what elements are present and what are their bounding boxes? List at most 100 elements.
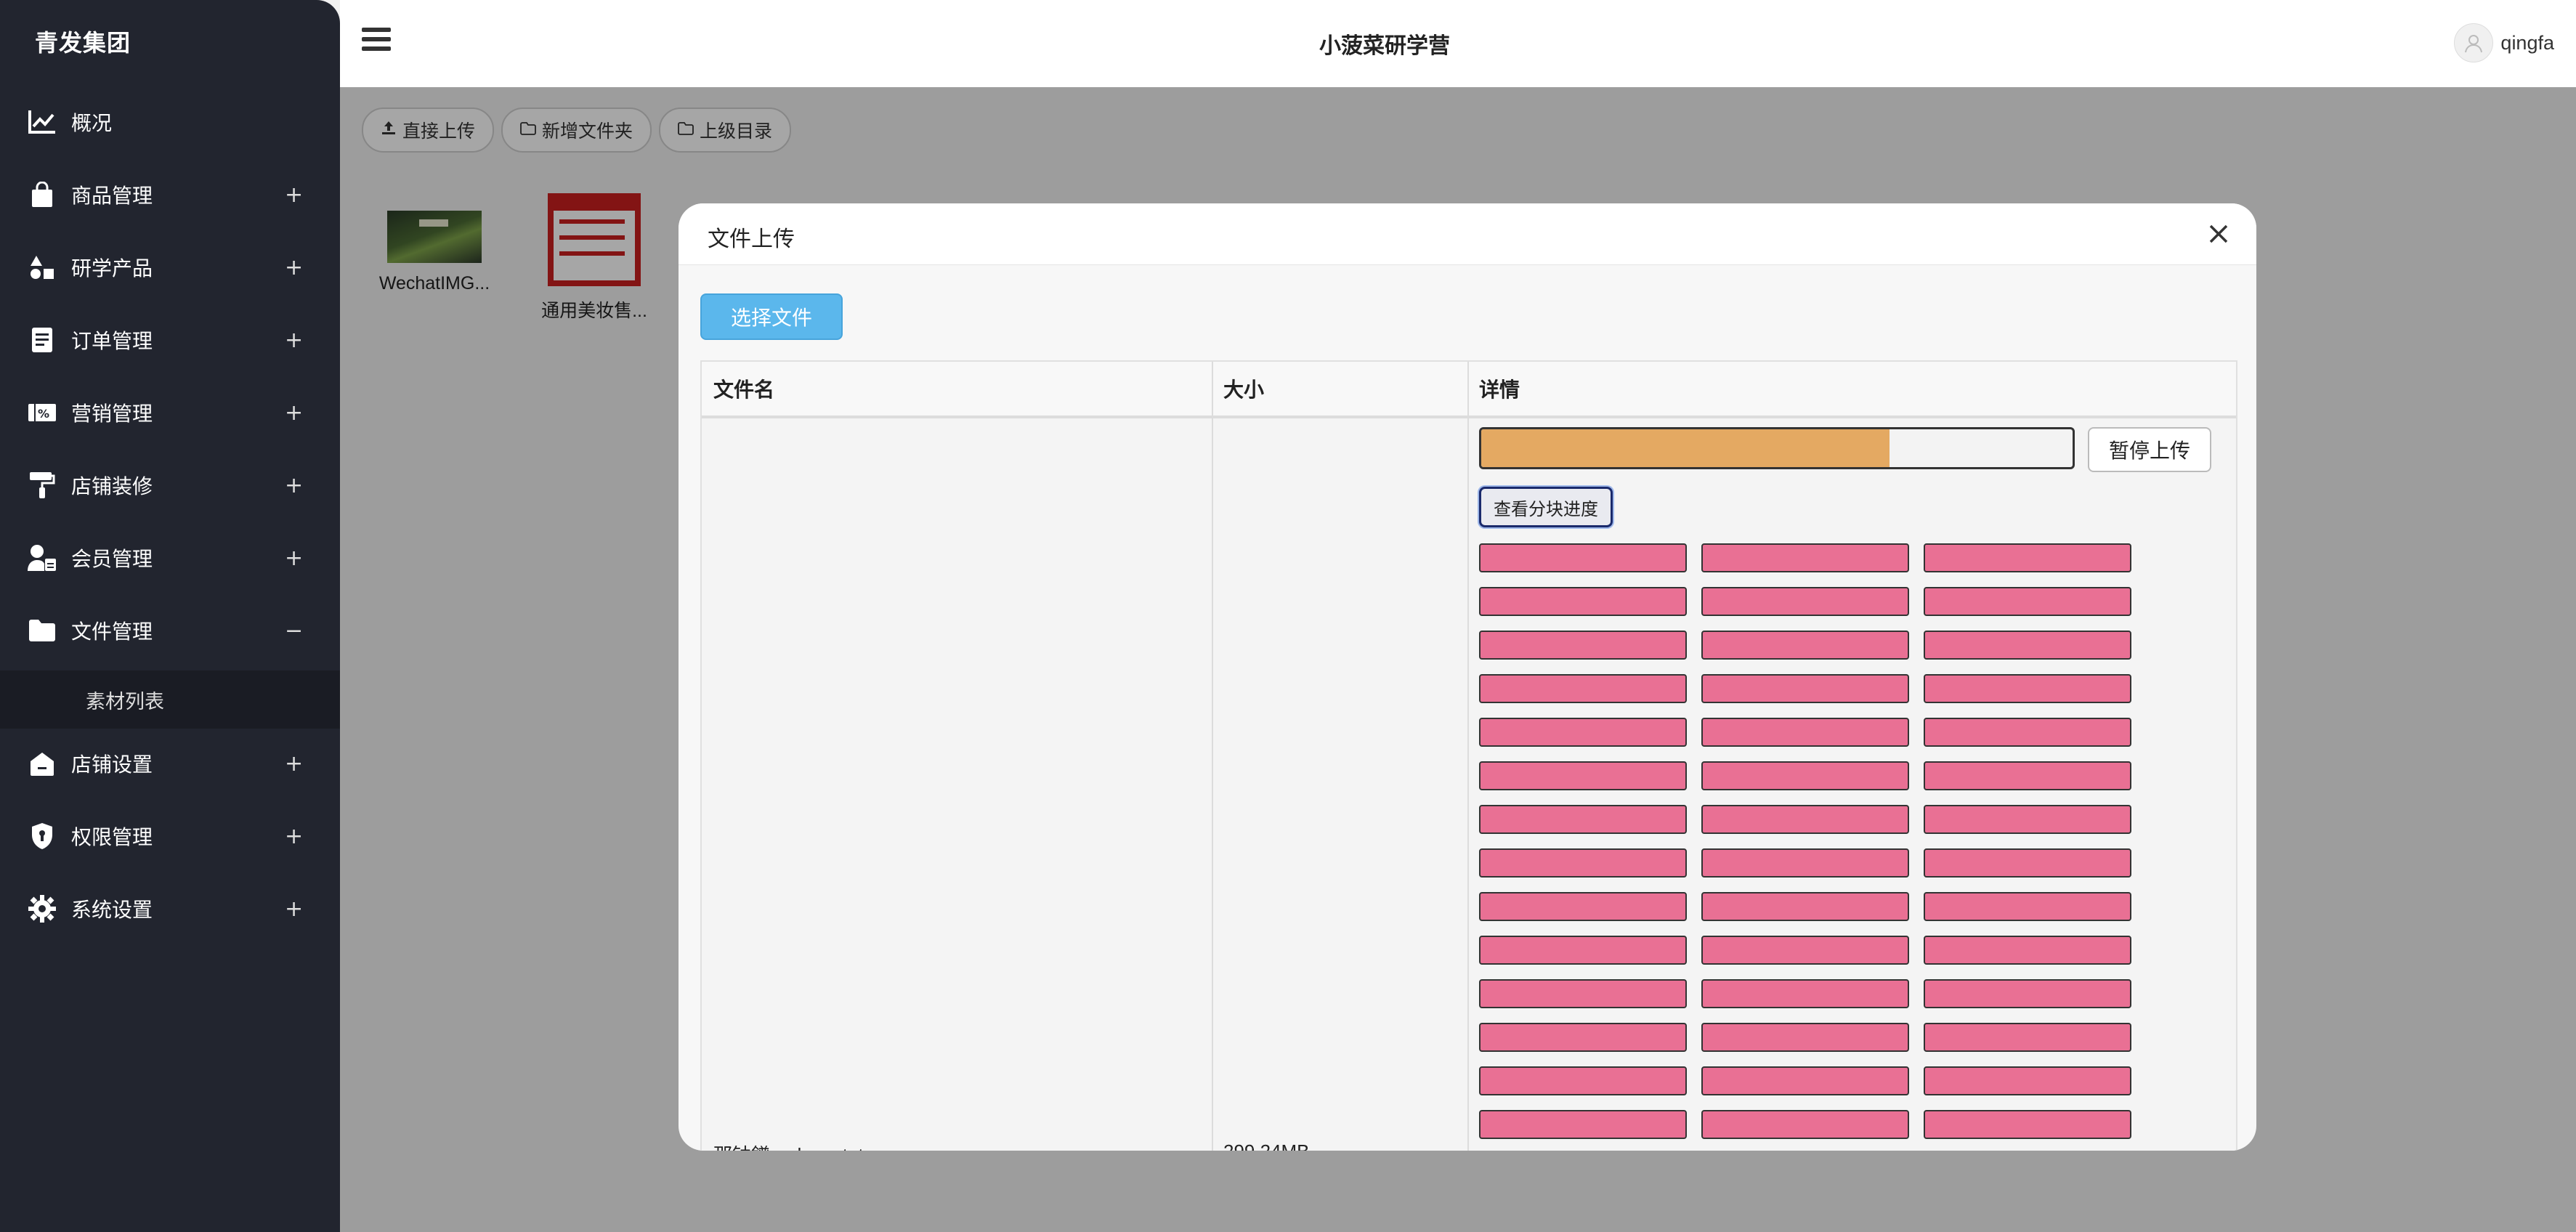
sidebar-item-orders[interactable]: 订单管理 + [0, 304, 340, 376]
chunk-progress-bar [1479, 674, 1687, 703]
chunk-progress-bar [1924, 979, 2131, 1008]
pause-upload-button[interactable]: 暂停上传 [2088, 427, 2211, 472]
sidebar-item-marketing[interactable]: % 营销管理 + [0, 376, 340, 449]
username: qingfa [2500, 31, 2554, 54]
file-upload-modal: 文件上传 选择文件 文件名 大小 详情 那钟鐠....dmac.tet 299.… [679, 203, 2256, 1151]
expand-icon[interactable]: + [285, 824, 303, 849]
sidebar-item-research-products[interactable]: 研学产品 + [0, 231, 340, 304]
sidebar-item-system-settings[interactable]: 系统设置 + [0, 872, 340, 945]
chunk-progress-bar [1701, 543, 1909, 572]
view-chunk-progress-button[interactable]: 查看分块进度 [1479, 487, 1613, 527]
file-name-cell: 那钟鐠....dmac.tet [713, 1140, 864, 1151]
chunk-progress-bar [1479, 979, 1687, 1008]
chunk-progress-bar [1479, 631, 1687, 660]
gear-icon [28, 894, 57, 923]
chunk-progress-bar [1701, 674, 1909, 703]
chunk-progress-bar [1924, 848, 2131, 878]
sidebar-subitem-material-list[interactable]: 素材列表 [0, 670, 340, 729]
folder-icon [28, 616, 57, 645]
shield-icon [28, 822, 57, 851]
chunk-progress-bar [1701, 631, 1909, 660]
sidebar-item-label: 研学产品 [71, 257, 153, 280]
expand-icon[interactable]: + [285, 255, 303, 280]
chunk-progress-bar [1924, 936, 2131, 965]
avatar [2454, 23, 2494, 62]
expand-icon[interactable]: + [285, 328, 303, 353]
sidebar-item-store-decoration[interactable]: 店铺装修 + [0, 449, 340, 522]
sidebar-subitem-label: 素材列表 [86, 690, 164, 713]
bag-icon [28, 180, 57, 209]
sidebar-item-label: 权限管理 [71, 826, 153, 848]
sidebar-item-label: 营销管理 [71, 402, 153, 425]
expand-icon[interactable]: + [285, 473, 303, 498]
chunk-progress-bar [1924, 631, 2131, 660]
chunk-progress-bar [1924, 587, 2131, 616]
chunk-progress-bar [1924, 805, 2131, 834]
column-header-filename: 文件名 [713, 378, 775, 401]
chunk-progress-bar [1924, 674, 2131, 703]
chunk-progress-bar [1479, 587, 1687, 616]
sidebar-item-overview[interactable]: 概况 [0, 86, 340, 158]
chunk-progress-bar [1924, 1066, 2131, 1095]
sidebar-item-members[interactable]: 会员管理 + [0, 522, 340, 594]
column-divider [1467, 362, 1469, 1151]
sidebar-item-label: 商品管理 [71, 185, 153, 207]
upload-progress-fill [1481, 429, 1890, 467]
sidebar-item-label: 店铺装修 [71, 475, 153, 498]
user-menu[interactable]: qingfa [2454, 23, 2554, 62]
member-icon [28, 543, 57, 572]
sidebar-item-label: 文件管理 [71, 620, 153, 643]
sidebar-item-file-management[interactable]: 文件管理 − [0, 594, 340, 667]
sidebar-item-label: 店铺设置 [71, 753, 153, 776]
expand-icon[interactable]: + [285, 546, 303, 571]
chunk-progress-bar [1479, 1023, 1687, 1052]
order-icon [28, 325, 57, 354]
collapse-icon[interactable]: − [285, 618, 303, 644]
chart-line-icon [28, 108, 57, 137]
chunk-progress-bar [1924, 543, 2131, 572]
chunk-progress-bar [1924, 892, 2131, 921]
chunk-progress-bar [1479, 936, 1687, 965]
close-icon[interactable] [2206, 221, 2232, 247]
brand-name: 青发集团 [35, 30, 131, 56]
expand-icon[interactable]: + [285, 182, 303, 208]
sidebar-item-label: 会员管理 [71, 548, 153, 570]
expand-icon[interactable]: + [285, 400, 303, 426]
chunk-progress-bar [1924, 718, 2131, 747]
expand-icon[interactable]: + [285, 896, 303, 922]
column-divider [1212, 362, 1213, 1151]
sidebar-item-label: 系统设置 [71, 899, 153, 921]
ticket-icon: % [28, 398, 57, 427]
sidebar-item-goods[interactable]: 商品管理 + [0, 158, 340, 231]
hamburger-menu-icon[interactable] [362, 28, 391, 57]
chunk-progress-bar [1701, 936, 1909, 965]
top-header: 小菠菜研学营 qingfa [340, 0, 2576, 87]
chunk-progress-bar [1479, 848, 1687, 878]
sidebar-item-permissions[interactable]: 权限管理 + [0, 800, 340, 872]
chunk-progress-bar [1479, 718, 1687, 747]
chunk-progress-bar [1701, 979, 1909, 1008]
store-icon [28, 749, 57, 778]
sidebar: 青发集团 概况 商品管理 + 研学产品 + 订单管理 + % 营销管理 + 店铺… [0, 0, 340, 1232]
column-header-detail: 详情 [1479, 378, 1520, 401]
chunk-progress-bar [1479, 1110, 1687, 1139]
modal-title: 文件上传 [708, 227, 795, 251]
chunk-progress-bar [1701, 1110, 1909, 1139]
choose-file-button[interactable]: 选择文件 [700, 293, 843, 340]
paint-roller-icon [28, 471, 57, 500]
chunk-progress-bar [1924, 1023, 2131, 1052]
chunk-progress-bar [1701, 1066, 1909, 1095]
upload-progress-bar [1479, 427, 2075, 469]
chunk-progress-bar [1924, 761, 2131, 790]
chunk-progress-bar [1479, 761, 1687, 790]
upload-table: 文件名 大小 详情 那钟鐠....dmac.tet 299.24MB 暂停上传 … [700, 360, 2237, 1151]
chunk-progress-bar [1701, 892, 1909, 921]
chunk-progress-bar [1701, 848, 1909, 878]
shapes-icon [28, 253, 57, 282]
expand-icon[interactable]: + [285, 751, 303, 777]
chunk-progress-bar [1479, 892, 1687, 921]
chunk-progress-bar [1924, 1110, 2131, 1139]
sidebar-item-store-settings[interactable]: 店铺设置 + [0, 727, 340, 800]
chunk-progress-bar [1701, 718, 1909, 747]
chunk-progress-bar [1479, 543, 1687, 572]
